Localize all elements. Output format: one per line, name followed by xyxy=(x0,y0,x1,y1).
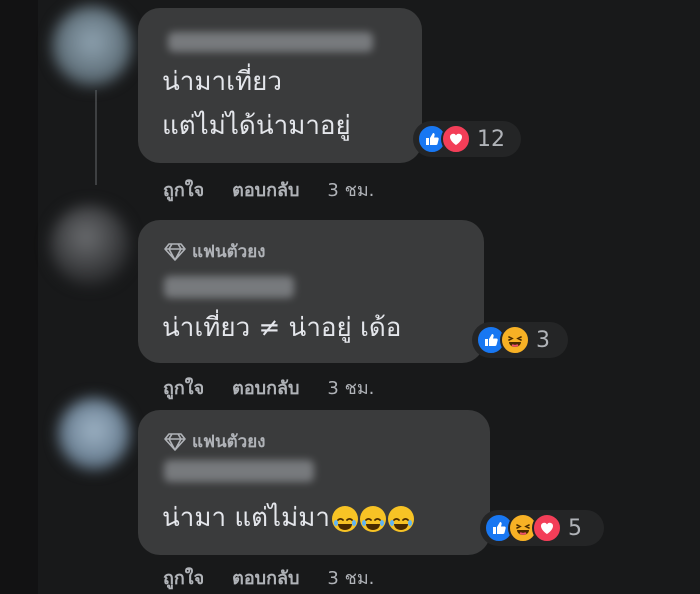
commenter-name-blurred[interactable] xyxy=(164,460,314,482)
top-fan-badge: แฟนตัวยง xyxy=(164,238,265,265)
left-frame xyxy=(0,0,38,594)
reaction-summary[interactable]: 3 xyxy=(472,322,568,358)
timestamp[interactable]: 3 ชม. xyxy=(327,175,374,204)
reaction-count: 12 xyxy=(477,126,505,152)
diamond-icon xyxy=(164,242,186,261)
comment-actions: ถูกใจ ตอบกลับ 3 ชม. xyxy=(163,373,374,402)
comment-actions: ถูกใจ ตอบกลับ 3 ชม. xyxy=(163,563,374,592)
tears-of-joy-emoji-icon xyxy=(387,505,414,532)
timestamp[interactable]: 3 ชม. xyxy=(327,563,374,592)
reaction-summary[interactable]: 5 xyxy=(480,510,604,546)
comment-text: น่าเที่ยว ≠ น่าอยู่ เด้อ xyxy=(162,313,402,343)
comment-text: น่ามาเที่ยว แต่ไม่ได้น่ามาอยู่ xyxy=(162,60,351,148)
comment-bubble: น่ามาเที่ยว แต่ไม่ได้น่ามาอยู่ xyxy=(138,8,422,163)
love-reaction-icon xyxy=(532,513,562,543)
timestamp[interactable]: 3 ชม. xyxy=(327,373,374,402)
love-reaction-icon xyxy=(441,124,471,154)
comment-actions: ถูกใจ ตอบกลับ 3 ชม. xyxy=(163,175,374,204)
badge-label: แฟนตัวยง xyxy=(192,242,266,262)
badge-label: แฟนตัวยง xyxy=(192,432,266,452)
comment-text-content: น่ามา แต่ไม่มา xyxy=(162,503,330,533)
avatar[interactable] xyxy=(50,205,130,285)
comment-bubble: แฟนตัวยง น่าเที่ยว ≠ น่าอยู่ เด้อ xyxy=(138,220,484,363)
avatar[interactable] xyxy=(52,6,132,86)
reaction-summary[interactable]: 12 xyxy=(413,121,521,157)
thread-line xyxy=(95,90,97,185)
comment-line: น่ามาเที่ยว xyxy=(162,67,282,97)
reply-link[interactable]: ตอบกลับ xyxy=(232,563,299,592)
like-link[interactable]: ถูกใจ xyxy=(163,563,204,592)
like-link[interactable]: ถูกใจ xyxy=(163,373,204,402)
commenter-name-blurred[interactable] xyxy=(164,276,294,298)
diamond-icon xyxy=(164,432,186,451)
reaction-count: 3 xyxy=(536,327,550,353)
haha-reaction-icon xyxy=(500,325,530,355)
top-fan-badge: แฟนตัวยง xyxy=(164,428,265,455)
tears-of-joy-emoji-icon xyxy=(331,505,358,532)
reply-link[interactable]: ตอบกลับ xyxy=(232,373,299,402)
comment-text: น่ามา แต่ไม่มา xyxy=(162,496,414,540)
commenter-name-blurred[interactable] xyxy=(168,32,373,52)
comment-bubble: แฟนตัวยง น่ามา แต่ไม่มา xyxy=(138,410,490,555)
reaction-count: 5 xyxy=(568,515,582,541)
reply-link[interactable]: ตอบกลับ xyxy=(232,175,299,204)
like-link[interactable]: ถูกใจ xyxy=(163,175,204,204)
comment-line: แต่ไม่ได้น่ามาอยู่ xyxy=(162,111,351,141)
avatar[interactable] xyxy=(58,398,130,470)
tears-of-joy-emoji-icon xyxy=(359,505,386,532)
